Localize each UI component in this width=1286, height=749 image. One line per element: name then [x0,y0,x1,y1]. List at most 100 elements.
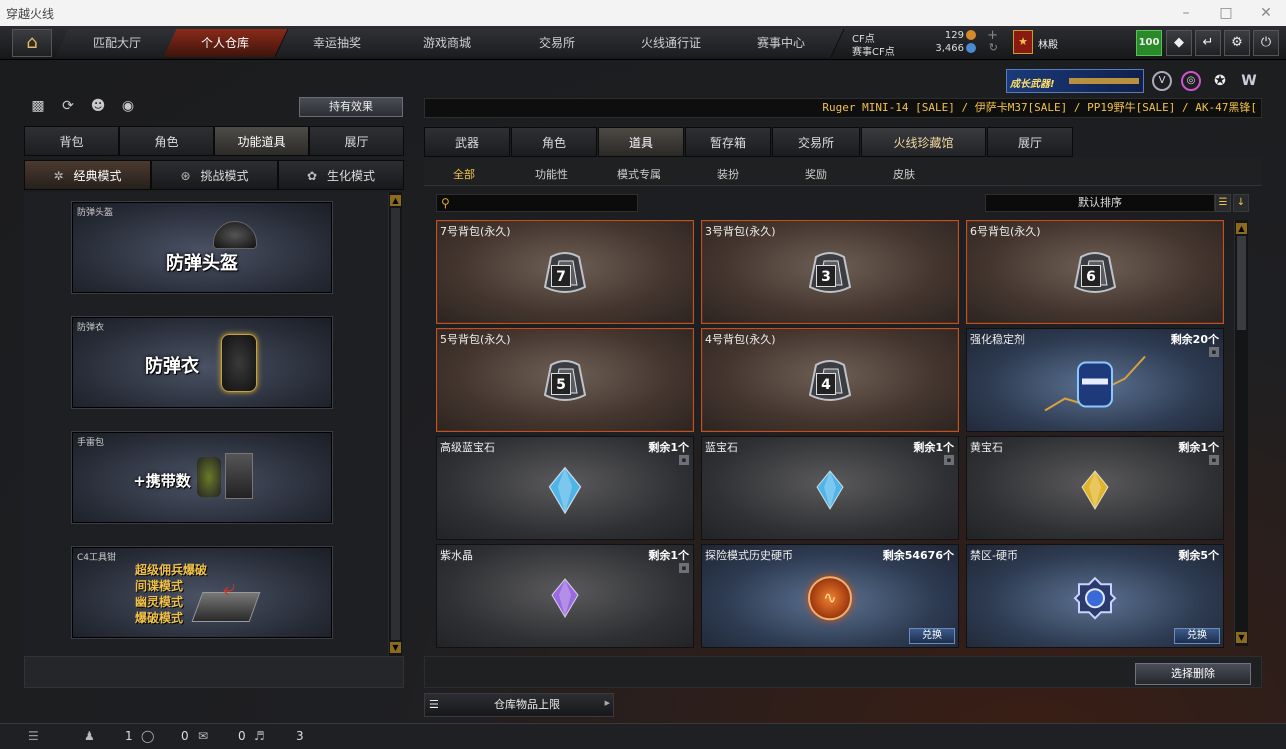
lock-icon[interactable]: ▪ [679,563,689,573]
sale-ticker[interactable]: Ruger MINI-14 [SALE] / 伊萨卡M37[SALE] / PP… [424,98,1262,118]
ranking-icon[interactable]: ▩ [28,98,48,118]
home-icon[interactable]: ⌂ [12,29,52,57]
item-count: 剩余20个 [1170,333,1219,346]
category-tab[interactable]: 火线珍藏馆 [861,127,986,157]
card-caption: 手雷包 [77,438,105,448]
power-icon[interactable]: ⏻ [1253,30,1279,56]
nav-tab[interactable]: 火线通行证 [605,29,739,57]
effects-button[interactable]: 持有效果 [299,97,403,117]
recycle-icon[interactable]: ⟳ [58,98,78,118]
nav-tab[interactable]: 赛事中心 [719,29,845,57]
category-tab[interactable]: 展厅 [987,127,1073,157]
lock-icon[interactable]: ▪ [679,455,689,465]
left-tab[interactable]: 展厅 [309,126,404,156]
inventory-item[interactable]: 紫水晶 剩余1个 ▪ [436,544,694,648]
search-input[interactable]: ⚲ [436,194,638,212]
nav-tab[interactable]: 个人仓库 [163,29,289,57]
inventory-item[interactable]: 4号背包(永久) 4 [701,328,959,432]
refresh-icon[interactable]: ↻ [989,41,998,54]
filter-tab[interactable]: 全部 [453,166,475,182]
helmet-icon [213,221,257,249]
inventory-item[interactable]: 禁区-硬币 剩余5个 兑换 [966,544,1224,648]
gear-icon[interactable]: ⚙ [1224,30,1250,56]
exchange-button[interactable]: 兑换 [909,628,955,644]
category-tab[interactable]: 道具 [598,127,684,157]
inventory-item[interactable]: 蓝宝石 剩余1个 ▪ [701,436,959,540]
user-add-icon[interactable]: ☻ [88,98,108,118]
minimize-button[interactable]: – [1166,0,1206,26]
lock-icon[interactable]: ▪ [944,455,954,465]
card-grenade-bag[interactable]: 手雷包 +携带数 [72,432,332,523]
coin-icon: ∿ [808,576,852,621]
scroll-up-icon[interactable]: ▲ [390,195,401,206]
inventory-item[interactable]: 6号背包(永久) 6 [966,220,1224,324]
delete-selected-button[interactable]: 选择删除 [1135,663,1251,685]
rank-icon[interactable]: ★ [1013,30,1033,54]
inventory-item[interactable]: 5号背包(永久) 5 [436,328,694,432]
grenade-item-icon [197,457,221,497]
scroll-thumb[interactable] [1237,236,1246,330]
shield-icon[interactable]: ◆ [1166,30,1192,56]
maximize-button[interactable]: □ [1206,0,1246,26]
capacity-button[interactable]: ☰ 仓库物品上限 ▶ [424,693,614,717]
grid-scrollbar[interactable]: ▲ ▼ [1234,220,1248,646]
lock-icon[interactable]: ▪ [1209,455,1219,465]
exchange-button[interactable]: 兑换 [1174,628,1220,644]
lock-icon[interactable]: ▪ [1209,347,1219,357]
category-tab[interactable]: 交易所 [772,127,860,157]
left-scrollbar[interactable]: ▲ ▼ [388,192,402,656]
sort-order-icon[interactable]: ↓ [1233,194,1249,212]
nav-tab[interactable]: 幸运抽奖 [275,29,401,57]
mode-tab[interactable]: ⊛ 挑战模式 [151,160,278,190]
scroll-thumb[interactable] [391,208,400,640]
category-tab[interactable]: 角色 [511,127,597,157]
mode-tab[interactable]: ✿ 生化模式 [278,160,404,190]
close-button[interactable]: ✕ [1246,0,1286,26]
inventory-item[interactable]: 7号背包(永久) 7 [436,220,694,324]
filter-tab[interactable]: 皮肤 [893,166,915,182]
list-view-icon[interactable]: ☰ [1215,194,1231,212]
category-tab[interactable]: 武器 [424,127,510,157]
inventory-item[interactable]: 探险模式历史硬币 剩余54676个 兑换 ∿ [701,544,959,648]
category-tab[interactable]: 暂存箱 [685,127,771,157]
scroll-down-icon[interactable]: ▼ [1236,632,1247,643]
filter-tab[interactable]: 模式专属 [617,166,661,182]
scroll-up-icon[interactable]: ▲ [1236,223,1247,234]
card-helmet[interactable]: 防弹头盔 防弹头盔 [72,202,332,293]
speaker-icon[interactable]: ♬ [254,729,265,743]
left-tab[interactable]: 功能道具 [214,126,309,156]
chat-icon[interactable]: ✉ [198,729,208,743]
card-vest[interactable]: 防弹衣 防弹衣 [72,317,332,408]
inventory-item[interactable]: 黄宝石 剩余1个 ▪ [966,436,1224,540]
badge-v-icon[interactable]: V [1152,71,1172,91]
nav-tab[interactable]: 交易所 [495,29,621,57]
top-nav: ⌂ 匹配大厅 个人仓库 幸运抽奖 游戏商城 交易所 火线通行证 赛事中心 CF点 赛事CF点… [0,26,1286,60]
sort-select[interactable]: 默认排序 [985,194,1215,212]
friends-icon[interactable]: ♟ [84,729,95,743]
promo-banner[interactable]: 成长武器! [1006,69,1144,93]
badge-w-icon[interactable]: W [1239,71,1259,91]
left-tab[interactable]: 角色 [119,126,214,156]
level-badge[interactable]: 100 [1136,30,1162,56]
filter-tab[interactable]: 功能性 [535,166,568,182]
scroll-down-icon[interactable]: ▼ [390,642,401,653]
filter-tab[interactable]: 奖励 [805,166,827,182]
card-c4-pliers[interactable]: C4工具钳 超级佣兵爆破 间谍模式 幽灵模式 爆破模式 ⤶ [72,547,332,638]
clan-icon[interactable]: ◯ [141,729,154,743]
grenade-icon[interactable]: ◉ [118,98,138,118]
arrow-icon: ⤶ [223,576,236,601]
nav-tab[interactable]: 匹配大厅 [55,29,181,57]
inventory-item[interactable]: 3号背包(永久) 3 [701,220,959,324]
mode-tab-label: 生化模式 [327,169,376,183]
exit-room-icon[interactable]: ↵ [1195,30,1221,56]
mode-tab[interactable]: ✲ 经典模式 [24,160,151,190]
filter-tab[interactable]: 装扮 [717,166,739,182]
nav-tab-label: 游戏商城 [423,36,472,50]
inventory-item[interactable]: 高级蓝宝石 剩余1个 ▪ [436,436,694,540]
nav-tab[interactable]: 游戏商城 [385,29,511,57]
inventory-item[interactable]: 强化稳定剂 剩余20个 ▪ [966,328,1224,432]
badge-star-icon[interactable]: ✪ [1210,71,1230,91]
left-tab[interactable]: 背包 [24,126,119,156]
menu-icon[interactable]: ☰ [28,729,39,743]
badge-globe-icon[interactable]: ◎ [1181,71,1201,91]
